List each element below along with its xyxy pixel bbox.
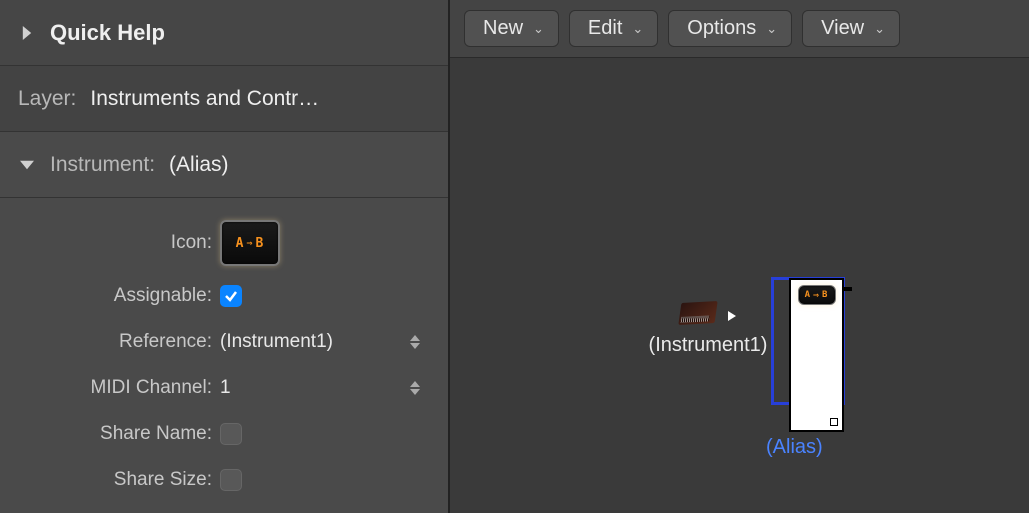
assignable-checkbox[interactable]	[220, 285, 242, 307]
alias-object-label: (Alias)	[766, 436, 823, 459]
layer-label: Layer:	[18, 87, 76, 111]
stepper-icon	[406, 381, 424, 395]
share-name-row: Share Name:	[20, 418, 428, 450]
alias-ab-icon: A⇒B	[805, 290, 829, 301]
environment-canvas[interactable]: (Instrument1) A⇒B (Alias)	[450, 0, 1029, 513]
quick-help-header[interactable]: Quick Help	[0, 0, 448, 66]
inspector-panel: Quick Help Layer: Instruments and Contr……	[0, 0, 450, 513]
icon-well[interactable]: A⇒B	[220, 220, 280, 266]
reference-value: (Instrument1)	[220, 331, 333, 353]
icon-row: Icon: A⇒B	[20, 220, 428, 266]
midi-channel-row: MIDI Channel: 1	[20, 372, 428, 404]
stepper-icon	[406, 335, 424, 349]
alias-selection-box[interactable]: A⇒B	[771, 277, 845, 405]
alias-object[interactable]: A⇒B	[789, 278, 844, 432]
reference-select[interactable]: (Instrument1)	[220, 331, 428, 353]
alias-icon-well: A⇒B	[798, 285, 836, 305]
midi-channel-label: MIDI Channel:	[20, 377, 220, 399]
share-name-checkbox[interactable]	[220, 423, 242, 445]
instrument-object-label: (Instrument1)	[649, 334, 768, 357]
keyboard-icon	[678, 301, 717, 325]
reference-row: Reference: (Instrument1)	[20, 326, 428, 358]
layer-row[interactable]: Layer: Instruments and Contr…	[0, 66, 448, 132]
resize-handle[interactable]	[830, 418, 838, 426]
chevron-right-icon	[18, 24, 36, 42]
share-size-label: Share Size:	[20, 469, 220, 491]
environment-panel: New ⌄ Edit ⌄ Options ⌄ View ⌄ (Instrumen…	[450, 0, 1029, 513]
quick-help-title: Quick Help	[50, 20, 165, 46]
reference-label: Reference:	[20, 331, 220, 353]
assignable-row: Assignable:	[20, 280, 428, 312]
midi-channel-select[interactable]: 1	[220, 377, 428, 399]
midi-channel-value: 1	[220, 377, 231, 399]
layer-value: Instruments and Contr…	[90, 87, 319, 111]
connector-icon	[844, 287, 852, 291]
inspector-body: Icon: A⇒B Assignable: Reference: (Instru…	[0, 198, 448, 506]
icon-label: Icon:	[20, 232, 220, 254]
instrument-object[interactable]: (Instrument1)	[628, 302, 788, 357]
share-size-checkbox[interactable]	[220, 469, 242, 491]
share-name-label: Share Name:	[20, 423, 220, 445]
instrument-header[interactable]: Instrument: (Alias)	[0, 132, 448, 198]
alias-ab-icon: A⇒B	[236, 236, 265, 251]
share-size-row: Share Size:	[20, 464, 428, 496]
assignable-label: Assignable:	[20, 285, 220, 307]
play-icon	[728, 311, 736, 321]
instrument-value: (Alias)	[169, 153, 229, 177]
instrument-label: Instrument:	[50, 153, 155, 177]
chevron-down-icon	[18, 156, 36, 174]
